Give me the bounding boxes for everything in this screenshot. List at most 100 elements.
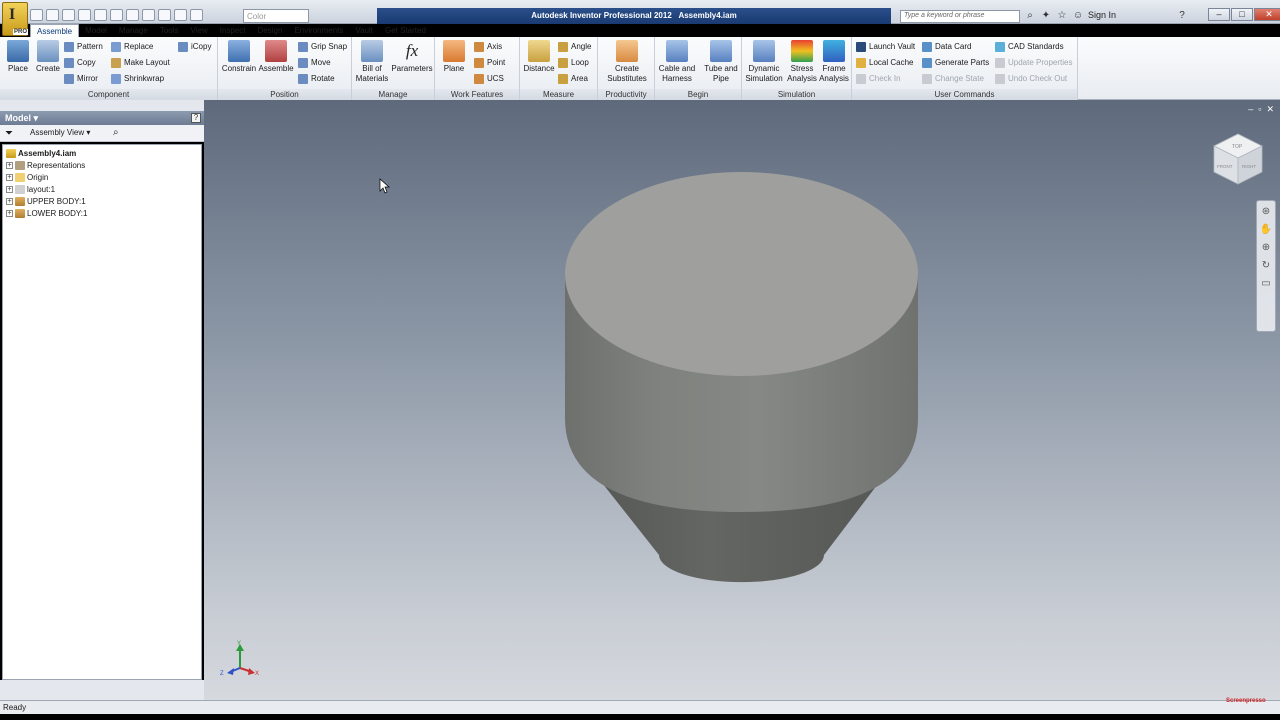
mirror-button[interactable]: Mirror <box>64 73 98 85</box>
update-icon[interactable] <box>190 9 203 21</box>
subscription-icon[interactable]: ✦ <box>1040 10 1052 22</box>
new-icon[interactable] <box>30 9 43 21</box>
color-dropdown[interactable]: Color <box>243 9 309 23</box>
steering-wheel-icon[interactable]: ⊛ <box>1259 205 1273 219</box>
ribbon: Place Create Pattern Copy Mirror Replace… <box>0 37 1280 100</box>
generate-parts-button[interactable]: Generate Parts <box>922 57 989 69</box>
tree-node-lower-body[interactable]: + LOWER BODY:1 <box>6 207 87 219</box>
tree-node-representations[interactable]: + Representations <box>6 159 85 171</box>
plane-button[interactable]: Plane <box>439 40 469 74</box>
tab-tools[interactable]: Tools <box>154 24 185 37</box>
graphics-viewport[interactable]: – ▫ ✕ Y X Z TOP FRONT RIGHT ⊛ ✋ ⊕ ↻ ▭ <box>204 100 1280 700</box>
tree-root[interactable]: Assembly4.iam <box>6 147 76 159</box>
expand-icon[interactable]: + <box>6 209 13 217</box>
tube-pipe-button[interactable]: Tube and Pipe <box>701 40 741 84</box>
place-button[interactable]: Place <box>4 40 32 74</box>
tree-node-upper-body[interactable]: + UPPER BODY:1 <box>6 195 86 207</box>
cable-harness-button[interactable]: Cable and Harness <box>656 40 698 84</box>
point-button[interactable]: Point <box>474 57 505 69</box>
area-button[interactable]: Area <box>558 73 588 85</box>
look-at-icon[interactable]: ▭ <box>1259 277 1273 291</box>
find-icon[interactable]: ⌕ <box>113 127 119 138</box>
bottom-edge <box>0 714 1280 720</box>
shrinkwrap-button[interactable]: Shrinkwrap <box>111 73 164 85</box>
undo-check-out-button[interactable]: Undo Check Out <box>995 73 1067 85</box>
icopy-button[interactable]: iCopy <box>178 41 211 53</box>
help-icon[interactable]: ? <box>1176 10 1188 22</box>
browser-header[interactable]: Model ▾ <box>0 111 204 125</box>
view-cube[interactable]: TOP FRONT RIGHT <box>1213 133 1263 185</box>
expand-icon[interactable]: + <box>6 185 13 193</box>
check-in-button[interactable]: Check In <box>856 73 901 85</box>
stress-analysis-button[interactable]: Stress Analysis <box>786 40 818 84</box>
orbit-icon[interactable]: ↻ <box>1259 259 1273 273</box>
tab-model[interactable]: Model <box>79 24 113 37</box>
maximize-button[interactable]: □ <box>1231 8 1253 21</box>
minimize-button[interactable]: – <box>1208 8 1230 21</box>
app-logo[interactable]: I PRO <box>2 2 29 36</box>
update-properties-button[interactable]: Update Properties <box>995 57 1072 69</box>
dynamic-simulation-button[interactable]: Dynamic Simulation <box>743 40 785 84</box>
open-icon[interactable] <box>46 9 59 21</box>
tab-vault[interactable]: Vault <box>349 24 379 37</box>
angle-button[interactable]: Angle <box>558 41 591 53</box>
expand-icon[interactable]: + <box>6 173 13 181</box>
grip-snap-button[interactable]: Grip Snap <box>298 41 347 53</box>
copy-button[interactable]: Copy <box>64 57 96 69</box>
browser-help-icon[interactable]: ? <box>191 113 201 123</box>
assembly-view-dropdown[interactable]: Assembly View ▾ <box>30 128 90 137</box>
tab-design[interactable]: Design <box>252 24 289 37</box>
move-button[interactable]: Move <box>298 57 331 69</box>
tree-node-origin[interactable]: + Origin <box>6 171 48 183</box>
loop-button[interactable]: Loop <box>558 57 589 69</box>
axis-button[interactable]: Axis <box>474 41 502 53</box>
tab-get-started[interactable]: Get Started <box>379 24 432 37</box>
tab-view[interactable]: View <box>185 24 214 37</box>
sign-in-button[interactable]: Sign In <box>1088 10 1116 20</box>
frame-analysis-button[interactable]: Frame Analysis <box>818 40 850 84</box>
redo-icon[interactable] <box>94 9 107 21</box>
browser-toolbar: ⏷ Assembly View ▾ ⌕ <box>0 125 204 142</box>
close-button[interactable]: ✕ <box>1254 8 1280 21</box>
tree-node-layout[interactable]: + layout:1 <box>6 183 55 195</box>
return-icon[interactable] <box>158 9 171 21</box>
save-icon[interactable] <box>62 9 75 21</box>
filter-icon[interactable]: ⏷ <box>5 128 13 139</box>
tab-manage[interactable]: Manage <box>113 24 154 37</box>
print-icon[interactable] <box>110 9 123 21</box>
replace-button[interactable]: Replace <box>111 41 153 53</box>
favorite-icon[interactable]: ☆ <box>1056 10 1068 22</box>
copy-icon[interactable] <box>142 9 155 21</box>
create-substitutes-button[interactable]: Create Substitutes <box>602 40 652 84</box>
cad-standards-button[interactable]: CAD Standards <box>995 41 1064 53</box>
expand-icon[interactable]: + <box>6 161 13 169</box>
user-icon[interactable]: ☺ <box>1072 10 1084 22</box>
make-layout-button[interactable]: Make Layout <box>111 57 170 69</box>
properties-icon[interactable] <box>126 9 139 21</box>
search-input[interactable]: Type a keyword or phrase <box>900 10 1020 23</box>
data-card-button[interactable]: Data Card <box>922 41 971 53</box>
bill-of-materials-button[interactable]: Bill of Materials <box>354 40 390 84</box>
rotate-button[interactable]: Rotate <box>298 73 335 85</box>
create-button[interactable]: Create <box>33 40 63 74</box>
change-state-button[interactable]: Change State <box>922 73 984 85</box>
tab-environments[interactable]: Environments <box>288 24 349 37</box>
assemble-button[interactable]: Assemble <box>258 40 294 74</box>
zoom-icon[interactable]: ⊕ <box>1259 241 1273 255</box>
distance-button[interactable]: Distance <box>522 40 556 74</box>
generate-parts-icon <box>922 58 932 68</box>
launch-vault-button[interactable]: Launch Vault <box>856 41 915 53</box>
upper-body-top-face[interactable] <box>565 172 918 376</box>
parameters-button[interactable]: fx Parameters <box>390 40 434 74</box>
tab-assemble[interactable]: Assemble <box>30 24 80 37</box>
tab-inspect[interactable]: Inspect <box>214 24 252 37</box>
expand-icon[interactable]: + <box>6 197 13 205</box>
binoculars-icon[interactable]: ⌕ <box>1024 10 1036 22</box>
local-cache-button[interactable]: Local Cache <box>856 57 913 69</box>
undo-icon[interactable] <box>78 9 91 21</box>
ucs-button[interactable]: UCS <box>474 73 504 85</box>
pan-icon[interactable]: ✋ <box>1259 223 1273 237</box>
constrain-button[interactable]: Constrain <box>221 40 257 74</box>
select-icon[interactable] <box>174 9 187 21</box>
pattern-button[interactable]: Pattern <box>64 41 103 53</box>
